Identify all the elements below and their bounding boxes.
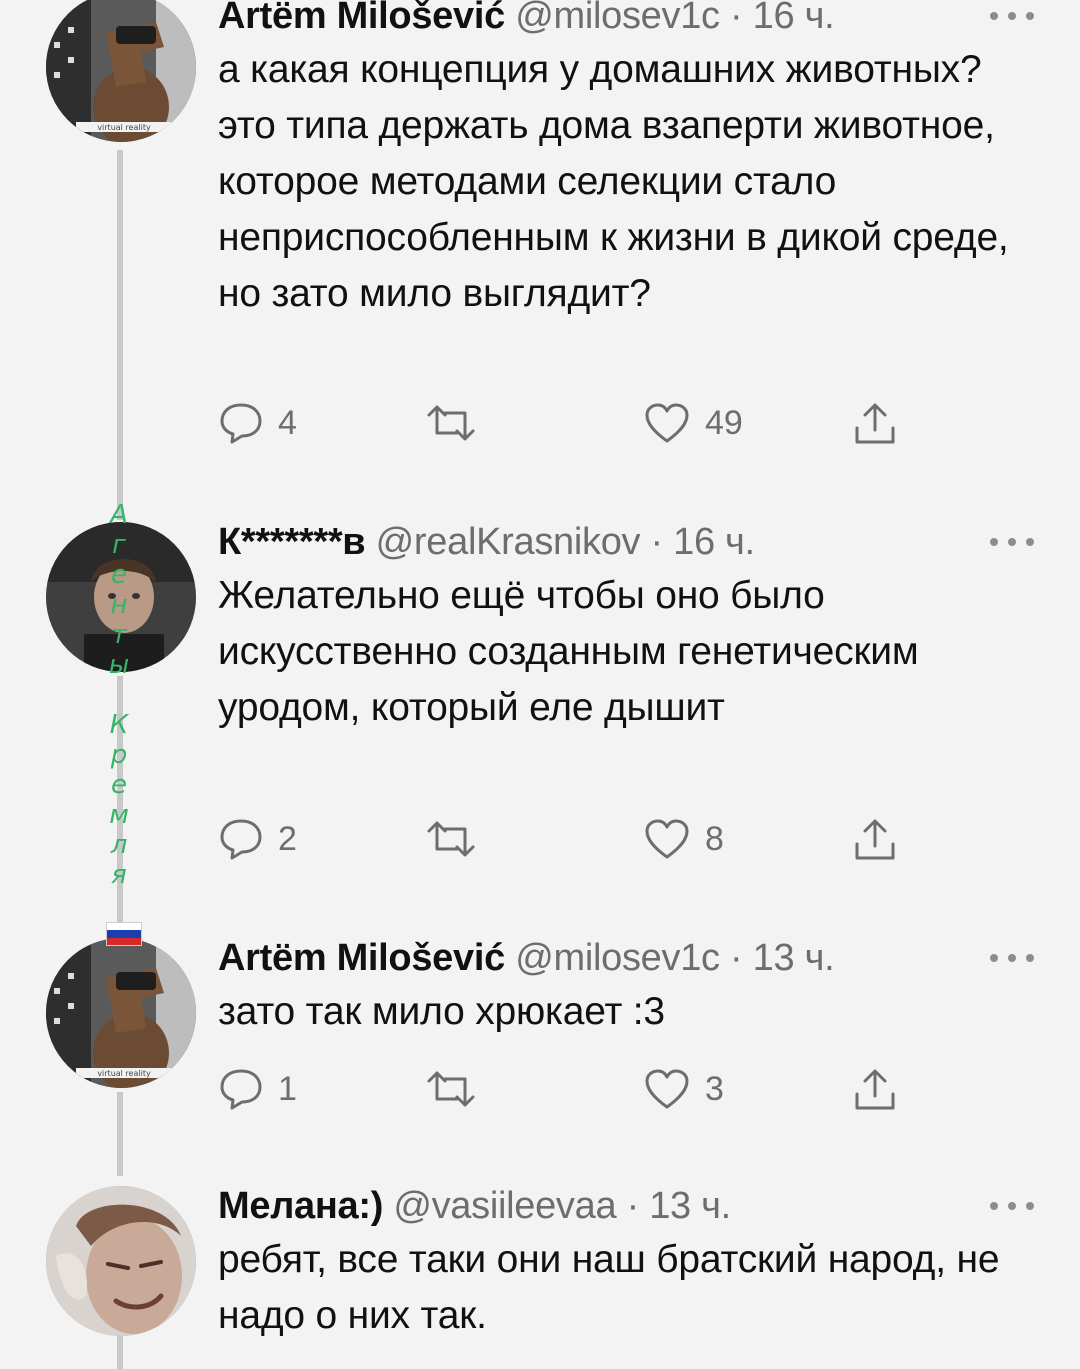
reply-button[interactable]: 1 <box>218 1064 297 1114</box>
retweet-button[interactable] <box>423 814 493 864</box>
overlay-letter: т <box>111 620 127 650</box>
tweet-time[interactable]: 16 ч. <box>753 0 835 37</box>
like-count: 49 <box>705 403 743 442</box>
reply-icon <box>218 401 264 445</box>
overlay-letter: А <box>110 500 128 530</box>
share-icon <box>853 816 897 862</box>
reply-button[interactable]: 2 <box>218 814 297 864</box>
thread-line <box>117 150 123 520</box>
author-handle[interactable]: @vasiileevaa <box>393 1185 616 1227</box>
like-button[interactable]: 49 <box>643 398 743 448</box>
heart-icon <box>643 1067 691 1111</box>
tweet-text: ребят, все таки они наш братский народ, … <box>218 1238 1000 1337</box>
avatar[interactable]: virtual reality <box>46 0 196 142</box>
retweet-icon <box>423 817 479 861</box>
more-icon[interactable] <box>990 952 1034 964</box>
share-icon <box>853 400 897 446</box>
separator-dot: · <box>626 1185 640 1227</box>
reply-count: 2 <box>278 819 297 858</box>
author-handle[interactable]: @realKrasnikov <box>376 521 641 563</box>
tweet-text: зато так мило хрюкает :3 <box>218 990 665 1033</box>
reply-icon <box>218 817 264 861</box>
avatar[interactable]: virtual reality <box>46 938 196 1088</box>
tweet-text: а какая концепция у домашних животных? э… <box>218 48 1009 315</box>
author-name[interactable]: Мелана:) <box>218 1185 383 1227</box>
retweet-button[interactable] <box>423 398 493 448</box>
reply-count: 4 <box>278 403 297 442</box>
thread-line <box>117 1092 123 1176</box>
author-handle[interactable]: @milosev1c <box>515 0 720 37</box>
heart-icon <box>643 401 691 445</box>
author-name[interactable]: Artëm Milošević <box>218 0 505 37</box>
retweet-icon <box>423 1067 479 1111</box>
tweet-thread: virtual reality Artëm Milošević @milosev… <box>0 0 1080 1369</box>
more-icon[interactable] <box>990 1200 1034 1212</box>
tweet-time[interactable]: 16 ч. <box>673 521 755 563</box>
overlay-letter: н <box>110 590 128 620</box>
heart-icon <box>643 817 691 861</box>
reply-icon <box>218 1067 264 1111</box>
author-handle[interactable]: @milosev1c <box>515 937 720 979</box>
avatar-caption: virtual reality <box>97 123 151 132</box>
overlay-letter: е <box>111 770 127 800</box>
like-button[interactable]: 8 <box>643 814 724 864</box>
overlay-letter: я <box>111 860 127 890</box>
author-name[interactable]: Artëm Milošević <box>218 937 505 979</box>
share-button[interactable] <box>853 814 897 864</box>
more-icon[interactable] <box>990 10 1034 22</box>
tweet-text: Желательно ещё чтобы оно было искусствен… <box>218 574 919 729</box>
overlay-caption: А г е н т ы К р е м л я <box>104 500 134 890</box>
share-button[interactable] <box>853 398 897 448</box>
reply-count: 1 <box>278 1069 297 1108</box>
thread-line <box>117 1336 123 1369</box>
overlay-letter: е <box>111 560 127 590</box>
overlay-letter: К <box>109 710 129 740</box>
retweet-icon <box>423 401 479 445</box>
reply-button[interactable]: 4 <box>218 398 297 448</box>
like-button[interactable]: 3 <box>643 1064 724 1114</box>
russian-flag-icon <box>106 922 142 946</box>
more-icon[interactable] <box>990 536 1034 548</box>
share-icon <box>853 1066 897 1112</box>
share-button[interactable] <box>853 1064 897 1114</box>
tweet-time[interactable]: 13 ч. <box>753 937 835 979</box>
separator-dot: · <box>730 0 743 37</box>
overlay-letter: г <box>112 530 126 560</box>
separator-dot: · <box>730 937 743 979</box>
overlay-letter: р <box>110 740 128 770</box>
tweet-time[interactable]: 13 ч. <box>649 1185 731 1227</box>
like-count: 3 <box>705 1069 724 1108</box>
separator-dot: · <box>650 521 664 563</box>
avatar[interactable] <box>46 1186 196 1336</box>
overlay-letter: л <box>110 830 128 860</box>
author-name[interactable]: К*******в <box>218 521 366 563</box>
like-count: 8 <box>705 819 724 858</box>
retweet-button[interactable] <box>423 1064 493 1114</box>
avatar-caption: virtual reality <box>97 1069 151 1078</box>
overlay-letter: м <box>109 800 129 830</box>
overlay-letter: ы <box>108 650 130 680</box>
